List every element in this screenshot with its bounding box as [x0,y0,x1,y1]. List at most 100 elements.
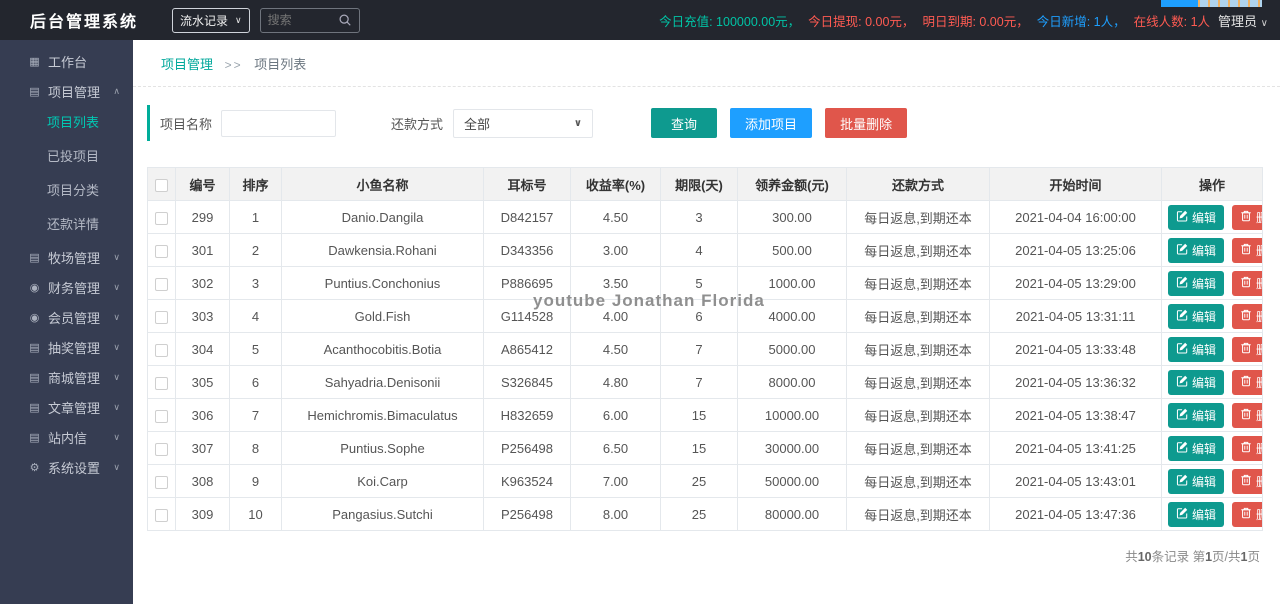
admin-menu[interactable]: 管理员 ∨ [1218,11,1268,30]
repay-method: 每日返息,到期还本 [846,398,990,432]
edit-button[interactable]: 编辑 [1168,270,1225,296]
edit-pencil-icon [1176,507,1188,522]
row-actions: 编辑 删除 [1161,398,1263,432]
sidebar-item-label: 抽奖管理 [48,340,101,356]
delete-button[interactable]: 删除 [1232,303,1262,329]
edit-button[interactable]: 编辑 [1168,303,1225,329]
row-checkbox[interactable] [155,343,168,357]
sidebar-item-项目管理[interactable]: ▤ 项目管理 ∧ [0,76,133,106]
start-time: 2021-04-05 13:25:06 [989,233,1162,267]
edit-pencil-icon [1176,441,1188,456]
chevron-down-icon: ∨ [113,251,120,262]
pager-text: 页/共 [1212,550,1241,564]
adopt-amount: 8000.00 [737,365,847,399]
sidebar-item-商城管理[interactable]: ▤ 商城管理 ∨ [0,362,133,392]
delete-button[interactable]: 删除 [1232,336,1262,362]
edit-button[interactable]: 编辑 [1168,501,1225,527]
edit-button-label: 编辑 [1192,276,1217,291]
start-time: 2021-04-05 13:47:36 [989,497,1162,531]
search-input[interactable] [267,13,338,27]
column-header: 还款方式 [846,167,990,201]
rate: 6.00 [570,398,661,432]
record-type-value: 流水记录 [180,13,229,28]
row-checkbox[interactable] [155,277,168,291]
sidebar-item-牧场管理[interactable]: ▤ 牧场管理 ∨ [0,242,133,272]
sidebar-subitem-已投项目[interactable]: 已投项目 [0,140,133,174]
article-manage-icon: ▤ [29,401,40,414]
row-checkbox[interactable] [155,409,168,423]
filter-panel: 项目名称 还款方式 全部 ∨ 查询 添加项目 批量删除 [147,105,1264,141]
row-checkbox[interactable] [155,211,168,225]
delete-button[interactable]: 删除 [1232,270,1262,296]
term-days: 3 [660,200,738,234]
edit-button-label: 编辑 [1192,507,1217,522]
row-checkbox[interactable] [155,376,168,390]
app-title: 后台管理系统 [30,14,139,31]
row-checkbox[interactable] [155,508,168,522]
row-checkbox[interactable] [155,475,168,489]
delete-button[interactable]: 删除 [1232,501,1262,527]
row-actions: 编辑 删除 [1161,200,1263,234]
row-select-cell [147,365,176,399]
sidebar-item-工作台[interactable]: ▦ 工作台 [0,46,133,76]
batch-delete-button[interactable]: 批量删除 [825,108,908,138]
delete-button[interactable]: 删除 [1232,204,1262,230]
delete-button[interactable]: 删除 [1232,468,1262,494]
edit-pencil-icon [1176,210,1188,225]
edit-button[interactable]: 编辑 [1168,468,1225,494]
sidebar-subitem-项目列表[interactable]: 项目列表 [0,106,133,140]
sidebar-item-系统设置[interactable]: ⚙ 系统设置 ∨ [0,452,133,482]
delete-button[interactable]: 删除 [1232,435,1262,461]
sidebar-item-财务管理[interactable]: ◉ 财务管理 ∨ [0,272,133,302]
sidebar-item-站内信[interactable]: ▤ 站内信 ∨ [0,422,133,452]
row-checkbox[interactable] [155,442,168,456]
chevron-down-icon: ∨ [113,311,120,322]
query-button[interactable]: 查询 [651,108,718,138]
edit-button[interactable]: 编辑 [1168,336,1225,362]
record-type-select[interactable]: 流水记录 ∨ [172,7,250,33]
fish-name: Danio.Dangila [281,200,484,234]
adopt-amount: 50000.00 [737,464,847,498]
row-checkbox[interactable] [155,244,168,258]
delete-button-label: 删除 [1256,209,1261,226]
sidebar-item-label: 项目管理 [48,84,101,100]
repay-method-select[interactable]: 全部 ∨ [453,108,594,138]
ear-tag: H832659 [483,398,571,432]
sidebar-item-文章管理[interactable]: ▤ 文章管理 ∨ [0,392,133,422]
edit-button[interactable]: 编辑 [1168,237,1225,263]
sidebar-subitem-还款详情[interactable]: 还款详情 [0,208,133,242]
delete-button[interactable]: 删除 [1232,369,1262,395]
row-checkbox[interactable] [155,310,168,324]
projects-table: 编号 排序 小鱼名称 耳标号 收益率(%) 期限(天) 领养金额(元) 还款方式 开始时间 操作 … [147,167,1263,531]
header-search-box[interactable] [259,7,360,33]
fish-name: Pangasius.Sutchi [281,497,484,531]
repay-method: 每日返息,到期还本 [846,299,990,333]
delete-button[interactable]: 删除 [1232,402,1262,428]
edit-pencil-icon [1176,342,1188,357]
lottery-manage-icon: ▤ [29,341,40,354]
sidebar-subitem-项目分类[interactable]: 项目分类 [0,174,133,208]
sidebar-nav: ▦ 工作台 ▤ 项目管理 ∧ 项目列表 已投项目 项目分类 还款详情 ▤ 牧场管理 ∨ ◉ 财务管理 ∨ ◉ 会… [0,40,133,604]
start-time: 2021-04-05 13:43:01 [989,464,1162,498]
project-name-input[interactable] [221,109,337,137]
edit-button[interactable]: 编辑 [1168,435,1225,461]
column-header: 排序 [229,167,282,201]
row-select-cell [147,233,176,267]
edit-button[interactable]: 编辑 [1168,369,1225,395]
breadcrumb-section[interactable]: 项目管理 [161,57,213,72]
sidebar-item-label: 财务管理 [48,280,101,296]
start-time: 2021-04-05 13:29:00 [989,266,1162,300]
delete-button-label: 删除 [1256,473,1261,490]
edit-button[interactable]: 编辑 [1168,204,1225,230]
edit-button-label: 编辑 [1192,243,1217,258]
row-select-cell [147,299,176,333]
workbench-icon: ▦ [29,55,40,68]
start-time: 2021-04-04 16:00:00 [989,200,1162,234]
sidebar-item-抽奖管理[interactable]: ▤ 抽奖管理 ∨ [0,332,133,362]
header-stat: 在线人数: 1人 [1133,14,1211,29]
delete-button[interactable]: 删除 [1232,237,1262,263]
select-all-checkbox[interactable] [155,178,168,192]
edit-button[interactable]: 编辑 [1168,402,1225,428]
add-project-button[interactable]: 添加项目 [730,108,813,138]
sidebar-item-会员管理[interactable]: ◉ 会员管理 ∨ [0,302,133,332]
